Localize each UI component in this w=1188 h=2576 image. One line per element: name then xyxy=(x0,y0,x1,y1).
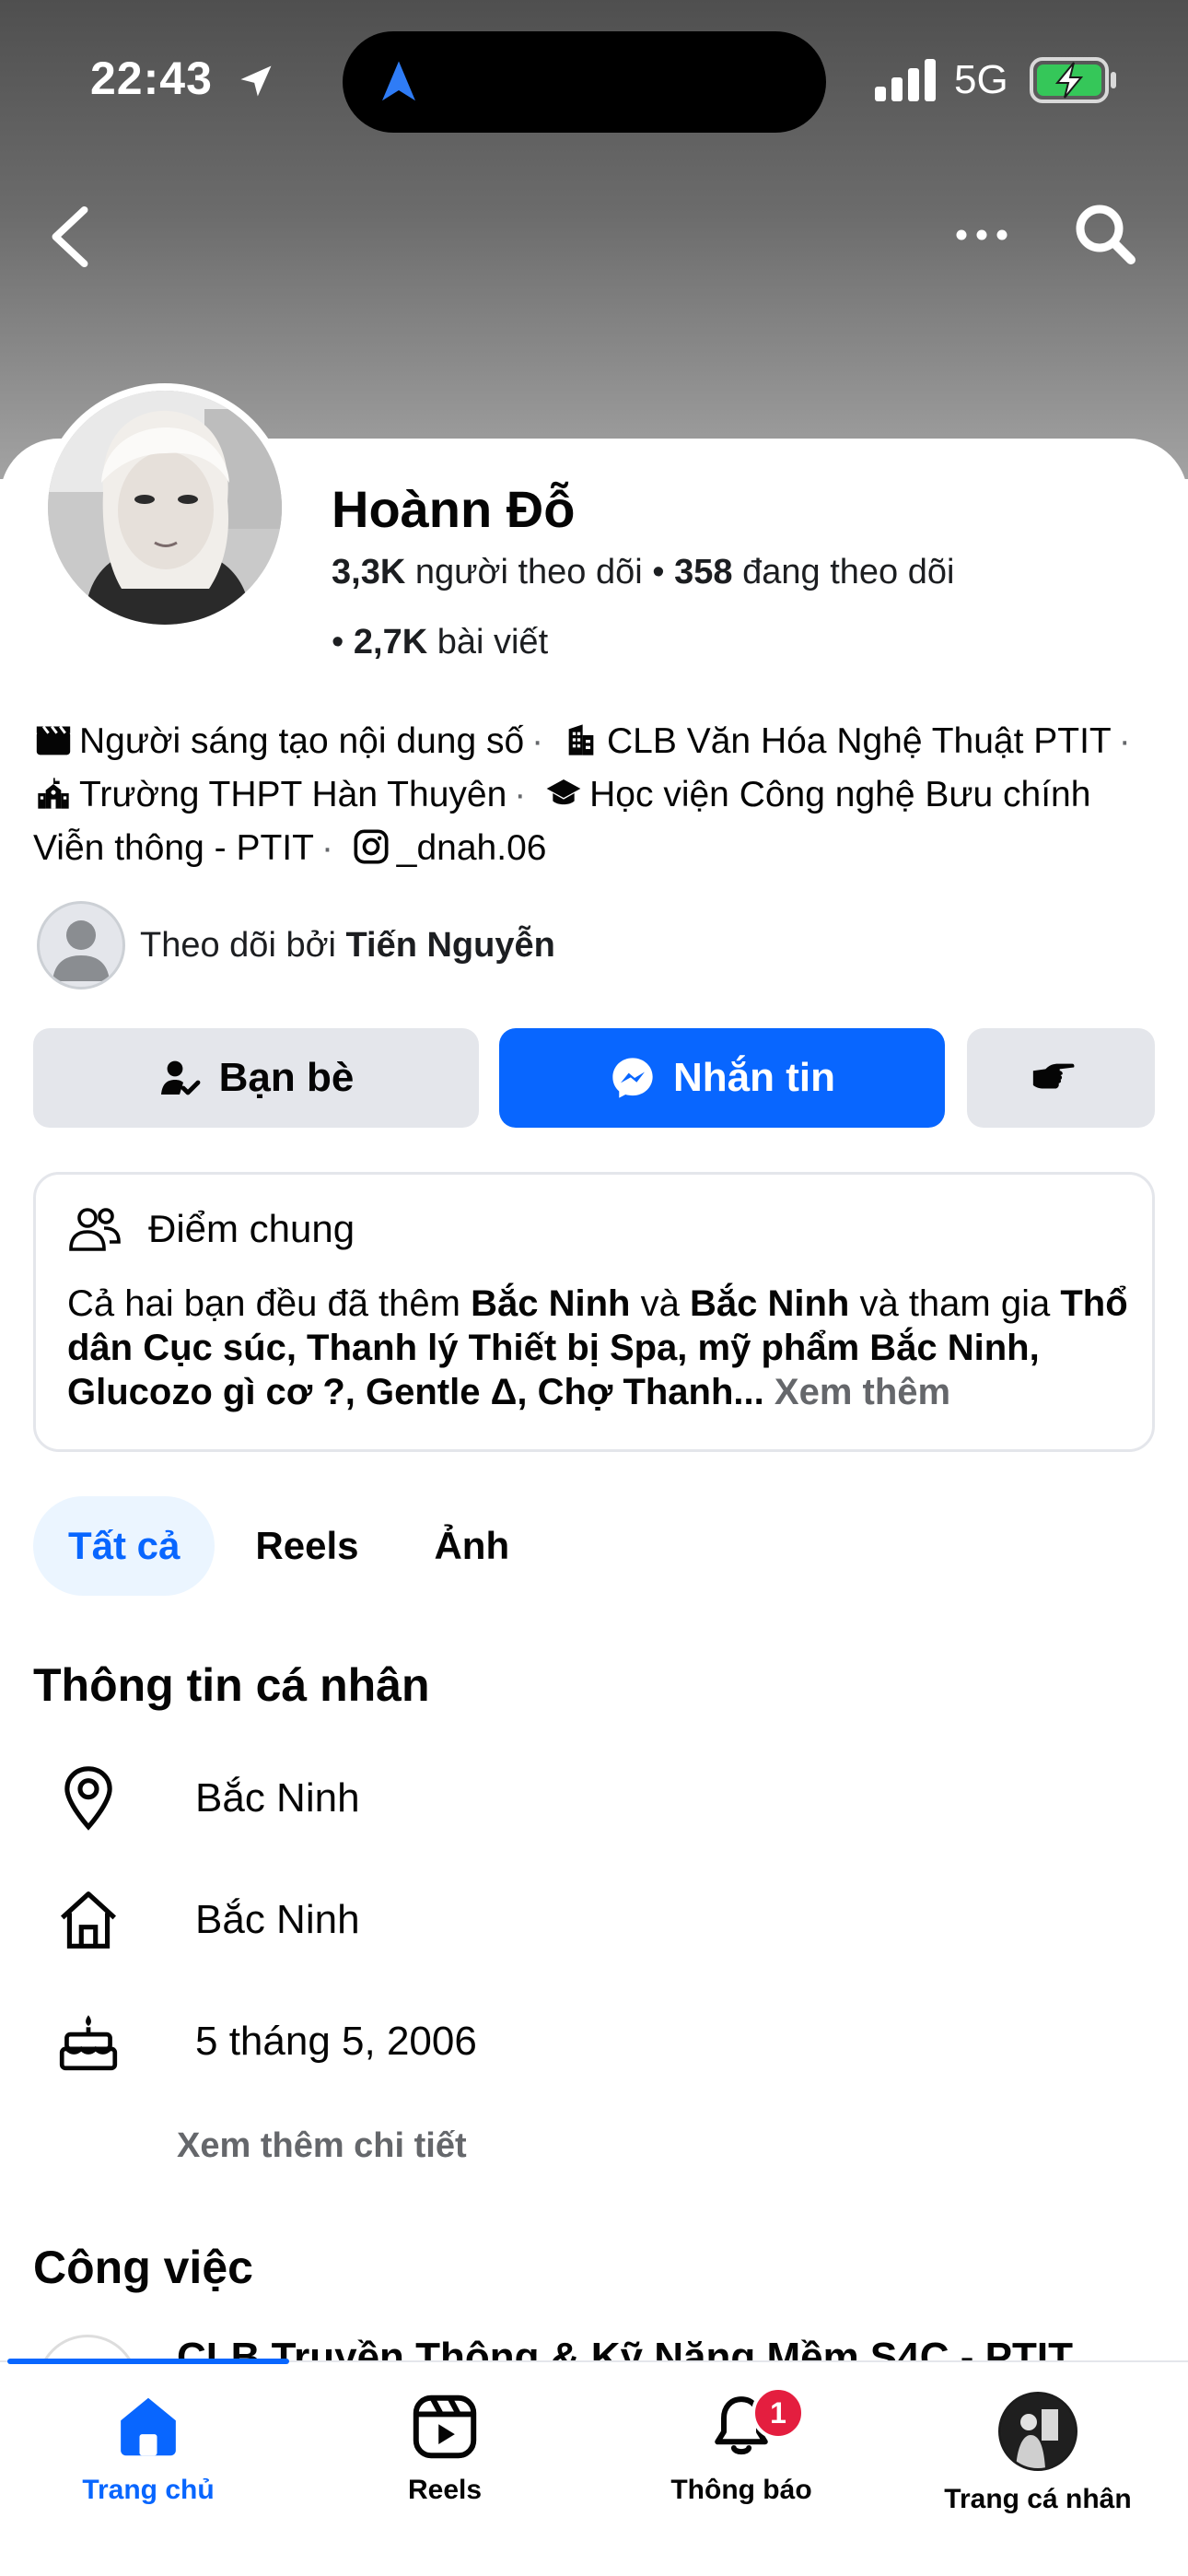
navigation-arrow-icon xyxy=(382,61,415,101)
bio-item-club[interactable]: CLB Văn Hóa Nghệ Thuật PTIT xyxy=(607,721,1112,761)
following-count[interactable]: 358 xyxy=(674,553,732,591)
nav-notifications-label: Thông báo xyxy=(670,2475,812,2505)
nav-profile[interactable]: Trang cá nhân xyxy=(890,2392,1186,2515)
hometown-value: Bắc Ninh xyxy=(195,1897,360,1942)
nav-profile-label: Trang cá nhân xyxy=(944,2484,1132,2514)
home-filled-icon xyxy=(121,2397,176,2456)
posts-label: bài viết xyxy=(437,623,549,662)
profile-tabs: Tất cả Reels Ảnh xyxy=(33,1496,550,1596)
followed-by-prefix: Theo dõi bởi xyxy=(140,925,336,965)
tab-reels[interactable]: Reels xyxy=(220,1496,393,1596)
graduation-cap-icon xyxy=(546,779,581,805)
followed-by[interactable]: Theo dõi bởi Tiến Nguyễn xyxy=(37,899,555,991)
search-icon[interactable] xyxy=(1072,201,1138,267)
followed-by-name[interactable]: Tiến Nguyễn xyxy=(346,926,555,965)
location-pin-icon xyxy=(64,1766,112,1831)
mutual-text-1: Cả hai bạn đều đã thêm xyxy=(67,1283,460,1324)
poke-button[interactable] xyxy=(967,1028,1155,1128)
user-avatar xyxy=(998,2392,1077,2471)
info-birthday: 5 tháng 5, 2006 xyxy=(52,2005,477,2078)
friends-button[interactable]: Bạn bè xyxy=(33,1028,479,1128)
nav-reels-label: Reels xyxy=(407,2475,483,2505)
bio-item-highschool[interactable]: Trường THPT Hàn Thuyên xyxy=(79,775,507,814)
nav-home[interactable]: Trang chủ xyxy=(0,2392,297,2506)
work-title: Công việc xyxy=(33,2242,253,2293)
building-icon xyxy=(568,724,594,755)
clapperboard-icon xyxy=(36,725,71,755)
home-icon xyxy=(60,1891,117,1949)
message-button-label: Nhắn tin xyxy=(673,1055,835,1100)
bio-item-creator: Người sáng tạo nội dung số xyxy=(79,721,525,761)
mutual-info-title: Điểm chung xyxy=(148,1207,355,1250)
back-icon[interactable] xyxy=(44,205,96,269)
school-icon xyxy=(38,778,69,809)
location-arrow-icon xyxy=(240,65,272,97)
see-more-details-link[interactable]: Xem thêm chi tiết xyxy=(177,2126,467,2166)
bottom-nav: Trang chủ Reels 1 Thông báo Trang cá nhâ… xyxy=(0,2359,1188,2576)
personal-info-title: Thông tin cá nhân xyxy=(33,1659,430,1711)
user-photo xyxy=(1001,2395,1075,2468)
see-more-link[interactable]: Xem thêm xyxy=(775,1372,950,1412)
mutual-text-2: và xyxy=(640,1283,680,1324)
birthday-cake-icon xyxy=(59,2015,118,2071)
info-current-city: Bắc Ninh xyxy=(52,1762,360,1835)
posts-stats: • 2,7K bài viết xyxy=(332,623,549,662)
default-avatar-icon xyxy=(52,920,110,981)
bio-item-instagram[interactable]: _dnah.06 xyxy=(397,828,547,868)
nav-reels[interactable]: Reels xyxy=(297,2392,593,2506)
people-icon xyxy=(69,1208,121,1251)
signal-icon xyxy=(875,59,936,101)
tab-photos[interactable]: Ảnh xyxy=(399,1496,544,1596)
followers-count[interactable]: 3,3K xyxy=(332,553,405,591)
mutual-info-card: Điểm chung Cả hai bạn đều đã thêm Bắc Ni… xyxy=(33,1172,1155,1452)
messenger-icon xyxy=(612,1058,653,1098)
battery-charging-icon xyxy=(1030,57,1116,103)
birthday-value: 5 tháng 5, 2006 xyxy=(195,2019,477,2064)
current-city-value: Bắc Ninh xyxy=(195,1775,360,1821)
nav-home-label: Trang chủ xyxy=(82,2475,215,2505)
profile-stats: 3,3K người theo dõi • 358 đang theo dõi xyxy=(332,553,955,591)
mutual-text-3: và tham gia xyxy=(859,1283,1051,1324)
profile-name: Hoànn Đỗ xyxy=(332,480,576,538)
friends-button-label: Bạn bè xyxy=(218,1055,355,1100)
nav-notifications[interactable]: 1 Thông báo xyxy=(593,2386,890,2506)
poke-hand-icon xyxy=(1032,1063,1075,1089)
posts-count: 2,7K xyxy=(353,623,428,662)
loading-progress xyxy=(7,2359,289,2364)
follower-avatar[interactable] xyxy=(37,901,125,989)
dynamic-island xyxy=(343,31,826,133)
mutual-info-text: Cả hai bạn đều đã thêm Bắc Ninh và Bắc N… xyxy=(67,1282,1136,1414)
mutual-info-header: Điểm chung xyxy=(67,1204,355,1254)
info-hometown: Bắc Ninh xyxy=(52,1883,360,1957)
network-type: 5G xyxy=(954,57,1008,102)
more-options-icon[interactable] xyxy=(954,221,1009,249)
status-bar: 22:43 5G xyxy=(0,0,1188,157)
instagram-icon xyxy=(354,829,389,864)
friend-check-icon xyxy=(160,1060,201,1095)
profile-avatar[interactable] xyxy=(41,383,289,632)
following-label[interactable]: đang theo dõi xyxy=(742,553,954,591)
followers-label[interactable]: người theo dõi xyxy=(415,553,643,591)
tab-all[interactable]: Tất cả xyxy=(33,1496,215,1596)
message-button[interactable]: Nhắn tin xyxy=(499,1028,945,1128)
status-time: 22:43 xyxy=(90,53,213,104)
profile-bio: Người sáng tạo nội dung số · CLB Văn Hóa … xyxy=(33,721,1131,868)
mutual-place-1: Bắc Ninh xyxy=(471,1283,631,1324)
followed-by-text: Theo dõi bởi Tiến Nguyễn xyxy=(140,926,555,966)
reels-icon xyxy=(413,2395,477,2459)
profile-photo xyxy=(48,391,282,625)
notification-badge: 1 xyxy=(751,2386,805,2440)
mutual-place-2: Bắc Ninh xyxy=(689,1283,850,1324)
